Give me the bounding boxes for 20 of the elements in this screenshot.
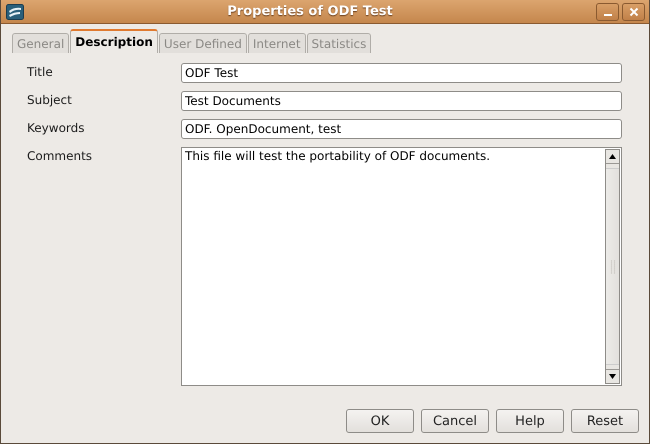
minimize-button[interactable] bbox=[596, 2, 619, 20]
input-field[interactable]: Test Documents bbox=[181, 91, 622, 111]
dialog-button[interactable]: Reset bbox=[571, 409, 639, 433]
scrollbar[interactable] bbox=[605, 149, 620, 384]
field-label: Title bbox=[27, 64, 54, 79]
field-label: Keywords bbox=[27, 120, 86, 135]
input-field[interactable]: ODF. OpenDocument, test bbox=[181, 119, 622, 139]
field-label: Subject bbox=[27, 92, 73, 107]
window-title: Properties of ODF Test bbox=[226, 4, 394, 19]
field-label: Comments bbox=[27, 148, 94, 163]
app-icon bbox=[6, 4, 24, 20]
input-field[interactable]: ODF Test bbox=[181, 63, 622, 83]
scroll-thumb[interactable] bbox=[606, 168, 619, 365]
dialog-button[interactable]: OK bbox=[346, 409, 414, 433]
dialog-button[interactable]: Help bbox=[496, 409, 564, 433]
close-icon[interactable] bbox=[628, 6, 638, 16]
dialog-button[interactable]: Cancel bbox=[421, 409, 489, 433]
close-button[interactable] bbox=[622, 2, 645, 20]
comments-field[interactable]: This file will test the portability of ODF documents. bbox=[181, 147, 622, 386]
tab[interactable]: Description bbox=[70, 29, 158, 53]
